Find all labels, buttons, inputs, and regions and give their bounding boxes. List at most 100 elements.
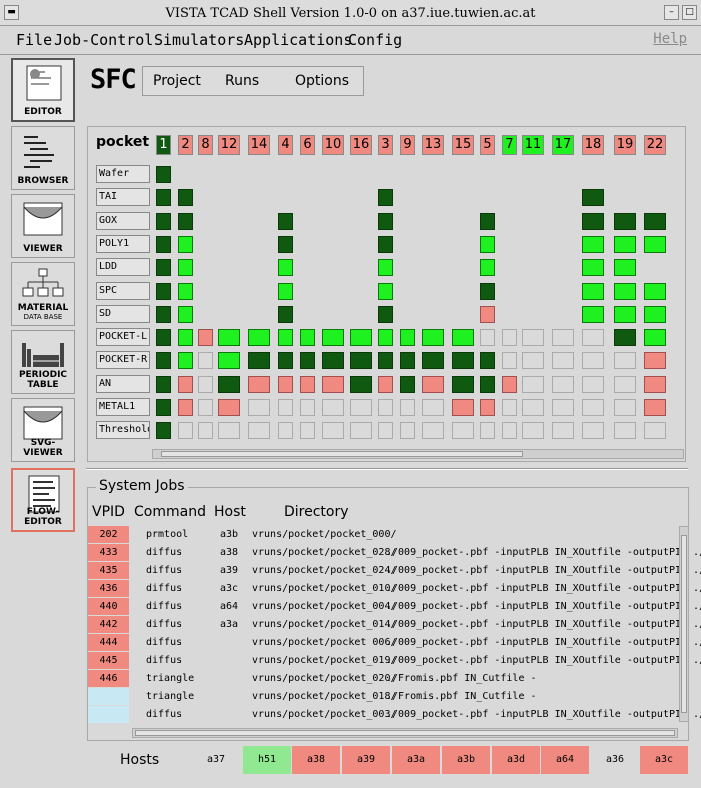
step-cell[interactable] bbox=[614, 259, 636, 277]
step-row-label[interactable]: METAL1 bbox=[96, 398, 150, 416]
host-a38[interactable]: a38 bbox=[292, 746, 340, 774]
tool-svg-button[interactable]: SVG-VIEWER bbox=[11, 398, 75, 462]
tool-browser-button[interactable]: BROWSER bbox=[11, 126, 75, 190]
job-row[interactable]: diffus vruns/pocket/pocket_003/./009_pock… bbox=[88, 706, 701, 724]
lot-column-header[interactable]: 16 bbox=[350, 135, 372, 155]
step-cell[interactable] bbox=[248, 399, 270, 416]
step-cell[interactable] bbox=[322, 329, 344, 347]
step-cell[interactable] bbox=[480, 282, 495, 300]
step-cell[interactable] bbox=[278, 282, 293, 300]
step-cell[interactable] bbox=[502, 399, 517, 416]
menu-file[interactable]: File bbox=[16, 31, 52, 49]
step-cell[interactable] bbox=[552, 352, 574, 370]
step-cell[interactable] bbox=[480, 399, 495, 416]
step-cell[interactable] bbox=[422, 329, 444, 347]
step-cell[interactable] bbox=[378, 352, 393, 370]
step-cell[interactable] bbox=[350, 422, 372, 440]
lot-column-header[interactable]: 6 bbox=[300, 135, 315, 155]
step-cell[interactable] bbox=[278, 235, 293, 253]
step-cell[interactable] bbox=[502, 422, 517, 440]
job-row[interactable]: 442 diffus a3a vruns/pocket/pocket_014/./00… bbox=[88, 616, 701, 634]
step-cell[interactable] bbox=[178, 422, 193, 440]
step-cell[interactable] bbox=[480, 329, 495, 347]
step-cell[interactable] bbox=[156, 375, 171, 393]
jobs-hscroll-thumb[interactable] bbox=[135, 730, 675, 736]
step-row-label[interactable]: AN bbox=[96, 374, 150, 393]
step-cell[interactable] bbox=[350, 329, 372, 347]
step-cell[interactable] bbox=[582, 422, 604, 440]
step-cell[interactable] bbox=[582, 212, 604, 230]
step-row-label[interactable]: POLY1 bbox=[96, 234, 150, 253]
step-cell[interactable] bbox=[614, 399, 636, 416]
step-cell[interactable] bbox=[422, 375, 444, 393]
step-cell[interactable] bbox=[480, 212, 495, 230]
step-cell[interactable] bbox=[582, 375, 604, 393]
step-cell[interactable] bbox=[248, 375, 270, 393]
step-cell[interactable] bbox=[322, 422, 344, 440]
step-cell[interactable] bbox=[178, 399, 193, 416]
step-cell[interactable] bbox=[278, 399, 293, 416]
step-cell[interactable] bbox=[614, 422, 636, 440]
host-a39[interactable]: a39 bbox=[342, 746, 390, 774]
sfc-menu-options[interactable]: Options bbox=[295, 73, 349, 89]
lot-column-header[interactable]: 7 bbox=[502, 135, 517, 155]
step-cell[interactable] bbox=[378, 375, 393, 393]
jobs-vertical-scrollbar[interactable] bbox=[679, 526, 689, 722]
step-cell[interactable] bbox=[322, 375, 344, 393]
sfc-menu-project[interactable]: Project bbox=[153, 73, 201, 89]
step-cell[interactable] bbox=[522, 422, 544, 440]
step-cell[interactable] bbox=[178, 212, 193, 230]
step-cell[interactable] bbox=[614, 352, 636, 370]
step-cell[interactable] bbox=[644, 375, 666, 393]
step-cell[interactable] bbox=[582, 189, 604, 207]
step-cell[interactable] bbox=[378, 282, 393, 300]
job-row[interactable]: 202 prmtool a3b vruns/pocket/pocket_000/ bbox=[88, 526, 678, 544]
jobs-horizontal-scrollbar[interactable] bbox=[132, 728, 678, 738]
step-cell[interactable] bbox=[300, 399, 315, 416]
step-cell[interactable] bbox=[156, 282, 171, 300]
host-a37[interactable]: a37 bbox=[192, 746, 240, 774]
step-cell[interactable] bbox=[480, 422, 495, 440]
step-cell[interactable] bbox=[552, 422, 574, 440]
step-cell[interactable] bbox=[350, 375, 372, 393]
step-cell[interactable] bbox=[644, 329, 666, 347]
step-cell[interactable] bbox=[378, 422, 393, 440]
step-cell[interactable] bbox=[218, 352, 240, 370]
step-cell[interactable] bbox=[156, 399, 171, 416]
step-row-label[interactable]: Threshold bbox=[96, 421, 150, 440]
maximize-button[interactable]: □ bbox=[682, 5, 697, 20]
step-cell[interactable] bbox=[644, 235, 666, 253]
step-cell[interactable] bbox=[480, 375, 495, 393]
step-cell[interactable] bbox=[614, 212, 636, 230]
step-row-label[interactable]: SD bbox=[96, 304, 150, 323]
step-cell[interactable] bbox=[644, 399, 666, 416]
step-cell[interactable] bbox=[480, 305, 495, 323]
step-cell[interactable] bbox=[218, 422, 240, 440]
lot-column-header[interactable]: 19 bbox=[614, 135, 636, 155]
step-cell[interactable] bbox=[400, 352, 415, 370]
step-cell[interactable] bbox=[248, 329, 270, 347]
step-cell[interactable] bbox=[644, 352, 666, 370]
step-cell[interactable] bbox=[278, 305, 293, 323]
step-cell[interactable] bbox=[400, 399, 415, 416]
step-cell[interactable] bbox=[502, 375, 517, 393]
minimize-button[interactable]: – bbox=[664, 5, 679, 20]
step-cell[interactable] bbox=[156, 305, 171, 323]
step-cell[interactable] bbox=[300, 422, 315, 440]
step-cell[interactable] bbox=[350, 399, 372, 416]
tool-editor-button[interactable]: EDITOR bbox=[11, 58, 75, 122]
lot-column-header[interactable]: 13 bbox=[422, 135, 444, 155]
step-cell[interactable] bbox=[582, 259, 604, 277]
menu-simulators[interactable]: Simulators bbox=[154, 31, 244, 49]
step-cell[interactable] bbox=[248, 352, 270, 370]
step-cell[interactable] bbox=[480, 259, 495, 277]
step-cell[interactable] bbox=[178, 282, 193, 300]
lot-column-header[interactable]: 1 bbox=[156, 135, 171, 155]
host-a36[interactable]: a36 bbox=[591, 746, 639, 774]
step-cell[interactable] bbox=[502, 329, 517, 347]
step-cell[interactable] bbox=[614, 375, 636, 393]
step-cell[interactable] bbox=[522, 329, 544, 347]
step-row-label[interactable]: POCKET-L bbox=[96, 328, 150, 347]
step-cell[interactable] bbox=[178, 235, 193, 253]
step-cell[interactable] bbox=[156, 352, 171, 370]
